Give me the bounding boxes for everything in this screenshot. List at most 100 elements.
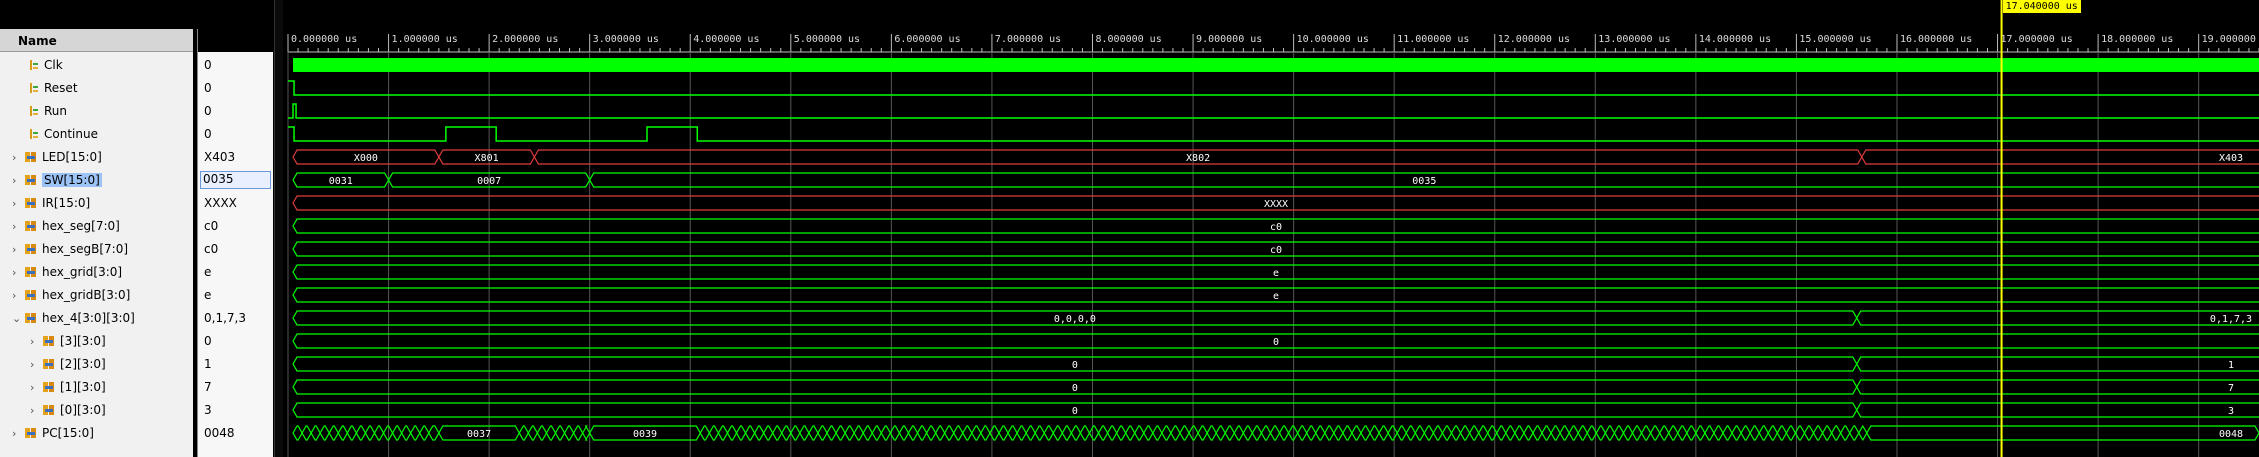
signal-row[interactable]: › hex_seg[7:0] c0 xyxy=(0,215,274,238)
signal-row[interactable]: › hex_segB[7:0] c0 xyxy=(0,238,274,261)
bus-value-label: 0,0,0,0 xyxy=(1054,314,1096,325)
bit-signal-icon xyxy=(28,105,40,120)
chevron-right-icon[interactable]: › xyxy=(12,197,16,210)
chevron-down-icon[interactable]: ⌄ xyxy=(12,312,21,325)
bus-signal-icon xyxy=(42,358,56,373)
chevron-right-icon[interactable]: › xyxy=(12,151,16,164)
bus-segment xyxy=(726,425,738,441)
bus-segment xyxy=(1097,425,1109,441)
bus-segment xyxy=(1477,425,1489,441)
bus-signal-icon xyxy=(24,427,38,442)
signal-row[interactable]: › PC[15:0] 0048 xyxy=(0,422,274,445)
signal-row[interactable]: › [2][3:0] 1 xyxy=(0,353,274,376)
bit-signal-icon xyxy=(28,82,40,97)
signal-row[interactable]: › SW[15:0] 0035 xyxy=(0,169,274,192)
timeline-tick-label: 0.000000 us xyxy=(291,34,357,45)
bus-value-label: 0007 xyxy=(477,176,501,187)
bus-segment xyxy=(1487,425,1498,441)
signal-row[interactable]: ⌄ hex_4[3:0][3:0] 0,1,7,3 xyxy=(0,307,274,330)
bus-segment xyxy=(808,425,819,441)
bus-segment xyxy=(1595,425,1607,441)
chevron-right-icon[interactable]: › xyxy=(12,266,16,279)
bus-segment xyxy=(1070,425,1082,441)
bus-signal-icon xyxy=(24,266,38,281)
signal-row[interactable]: Continue 0 xyxy=(0,123,274,146)
bus-signal-icon xyxy=(24,151,38,166)
signal-row[interactable]: › IR[15:0] XXXX xyxy=(0,192,274,215)
bus-segment xyxy=(319,425,330,441)
signal-value: e xyxy=(204,288,212,302)
signal-name: hex_grid[3:0] xyxy=(42,265,123,279)
bus-segment xyxy=(1668,425,1679,441)
signal-value: X403 xyxy=(204,150,236,164)
timeline-tick-label: 11.000000 us xyxy=(1397,34,1469,45)
chevron-right-icon[interactable]: › xyxy=(30,358,34,371)
timeline-tick-label: 16.000000 us xyxy=(1900,34,1972,45)
chevron-right-icon[interactable]: › xyxy=(12,243,16,256)
bus-segment xyxy=(880,425,892,441)
bus-value-label: X000 xyxy=(354,153,378,164)
signal-name: PC[15:0] xyxy=(42,426,94,440)
bit-wave xyxy=(288,126,2259,142)
signal-row[interactable]: › hex_gridB[3:0] e xyxy=(0,284,274,307)
bus-value-label: XXXX xyxy=(1264,199,1288,210)
timeline-tick-label: 5.000000 us xyxy=(794,34,860,45)
signal-row[interactable]: › [1][3:0] 7 xyxy=(0,376,274,399)
waveform-viewer[interactable]: 0.000000 us 1.000000 us 2.000000 us 3.00000… xyxy=(283,0,2259,457)
signal-value: 0 xyxy=(204,104,212,118)
bus-segment xyxy=(310,425,321,441)
timeline-tick-label: 15.000000 us xyxy=(1799,34,1871,45)
chevron-right-icon[interactable]: › xyxy=(12,220,16,233)
bus-segment xyxy=(1568,425,1579,441)
bus-segment xyxy=(1505,425,1516,441)
bus-value-label: 0 xyxy=(1072,406,1078,417)
signal-row[interactable]: › [3][3:0] 0 xyxy=(0,330,274,353)
bus-segment xyxy=(1866,425,2259,441)
signal-row[interactable]: Clk 0 xyxy=(0,54,274,77)
bus-segment xyxy=(1468,425,1480,441)
signal-row[interactable]: Reset 0 xyxy=(0,77,274,100)
bus-signal-icon xyxy=(24,174,38,189)
timeline-tick-label: 8.000000 us xyxy=(1095,34,1161,45)
signal-value: 0 xyxy=(204,127,212,141)
bus-segment xyxy=(753,425,765,441)
cursor-time-label[interactable]: 17.040000 us xyxy=(2002,0,2081,13)
timeline-tick-label: 19.000000 us xyxy=(2202,34,2259,45)
bus-segment xyxy=(1758,425,1769,441)
bus-value-label: e xyxy=(1273,268,1279,279)
bus-segment xyxy=(1260,425,1272,441)
chevron-right-icon[interactable]: › xyxy=(12,174,16,187)
bus-segment xyxy=(1134,425,1145,441)
bus-segment xyxy=(1188,425,1199,441)
chevron-right-icon[interactable]: › xyxy=(30,404,34,417)
bit-signal-icon xyxy=(28,128,40,143)
bus-segment xyxy=(563,425,575,441)
signal-row[interactable]: › [0][3:0] 3 xyxy=(0,399,274,422)
bus-segment xyxy=(1532,425,1543,441)
clock-wave xyxy=(293,58,2259,72)
signal-value: 0,1,7,3 xyxy=(204,311,246,325)
timeline-tick-label: 3.000000 us xyxy=(593,34,659,45)
bus-segment xyxy=(1649,425,1661,441)
chevron-right-icon[interactable]: › xyxy=(12,289,16,302)
bus-segment xyxy=(708,425,720,441)
bus-segment xyxy=(871,425,883,441)
chevron-right-icon[interactable]: › xyxy=(12,427,16,440)
name-column-header[interactable]: Name xyxy=(18,34,57,48)
bus-segment xyxy=(744,425,756,441)
chevron-right-icon[interactable]: › xyxy=(30,335,34,348)
waveform-canvas[interactable]: 0.000000 us 1.000000 us 2.000000 us 3.00000… xyxy=(283,0,2259,457)
signal-row[interactable]: › hex_grid[3:0] e xyxy=(0,261,274,284)
bus-segment xyxy=(572,425,584,441)
value-column-header[interactable]: Value xyxy=(210,34,248,48)
bus-segment xyxy=(1016,425,1027,441)
signal-row[interactable]: › LED[15:0] X403 xyxy=(0,146,274,169)
chevron-right-icon[interactable]: › xyxy=(30,381,34,394)
bus-segment xyxy=(1686,425,1697,441)
column-header: Name Value xyxy=(0,29,248,52)
bus-segment xyxy=(1396,425,1407,441)
bus-value-label: e xyxy=(1273,291,1279,302)
bus-segment xyxy=(391,425,403,441)
signal-row[interactable]: Run 0 xyxy=(0,100,274,123)
bus-segment xyxy=(1351,425,1362,441)
